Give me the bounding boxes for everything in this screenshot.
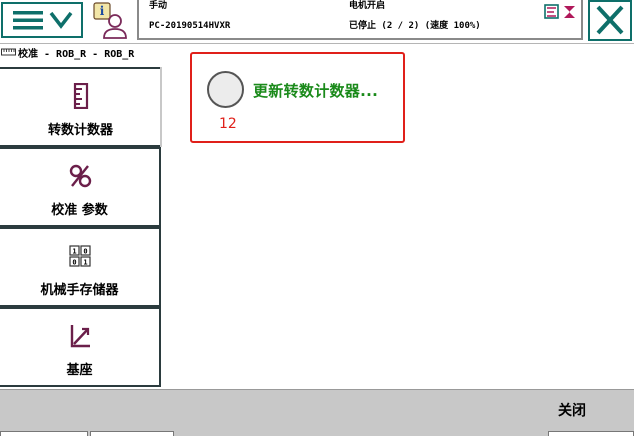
sidebar-item-rev-counter[interactable]: 转数计数器 xyxy=(0,67,161,147)
sidebar-item-label: 机械手存储器 xyxy=(40,283,119,298)
close-window-button[interactable] xyxy=(588,0,632,41)
operator-status-button[interactable]: i xyxy=(91,1,135,41)
taskbar-tab[interactable] xyxy=(90,431,174,436)
status-panel: 手动 PC-20190514HVXR 电机开启 已停止 (2 / 2) (速度 … xyxy=(137,0,583,40)
mode-text: 手动 xyxy=(149,1,168,11)
taskbar-tab[interactable] xyxy=(548,431,634,436)
sidebar-divider xyxy=(160,67,162,147)
breadcrumb-text: 校准 - ROB_R - ROB_R xyxy=(18,49,135,60)
taskbar-tab[interactable] xyxy=(0,431,88,436)
close-x-icon xyxy=(596,5,624,35)
sidebar-item-base[interactable]: 基座 xyxy=(0,307,161,387)
robot-memory-icon: 1 0 0 1 xyxy=(68,245,91,267)
sidebar-item-robot-memory[interactable]: 1 0 0 1 机械手存储器 xyxy=(0,227,161,307)
sidebar-item-label: 校准 参数 xyxy=(51,203,108,218)
svg-text:1: 1 xyxy=(83,259,87,267)
run-state: 已停止 (2 / 2) (速度 100%) xyxy=(349,21,481,31)
menu-hamburger-chevron-icon xyxy=(13,11,73,30)
sidebar-item-label: 基座 xyxy=(66,363,93,378)
bottom-command-bar xyxy=(0,389,634,436)
sidebar-item-label: 转数计数器 xyxy=(47,123,113,138)
rev-counter-icon xyxy=(73,83,88,109)
svg-text:i: i xyxy=(100,4,105,18)
operator-info-icon: i xyxy=(93,2,127,39)
close-button[interactable]: 关闭 xyxy=(540,389,604,429)
annotation-number: 12 xyxy=(219,116,237,132)
task-status-icon xyxy=(544,4,575,19)
base-frame-icon xyxy=(70,325,90,348)
calibration-params-icon xyxy=(69,164,91,188)
sidebar-item-calibration-params[interactable]: 校准 参数 xyxy=(0,147,161,227)
calibration-ruler-icon xyxy=(1,48,16,56)
svg-text:0: 0 xyxy=(72,259,76,267)
svg-text:1: 1 xyxy=(72,248,76,256)
motor-state: 电机开启 xyxy=(349,1,386,11)
controller-name: PC-20190514HVXR xyxy=(149,21,231,31)
close-button-label: 关闭 xyxy=(558,403,586,419)
main-menu-button[interactable] xyxy=(1,2,83,38)
svg-text:0: 0 xyxy=(83,248,87,256)
